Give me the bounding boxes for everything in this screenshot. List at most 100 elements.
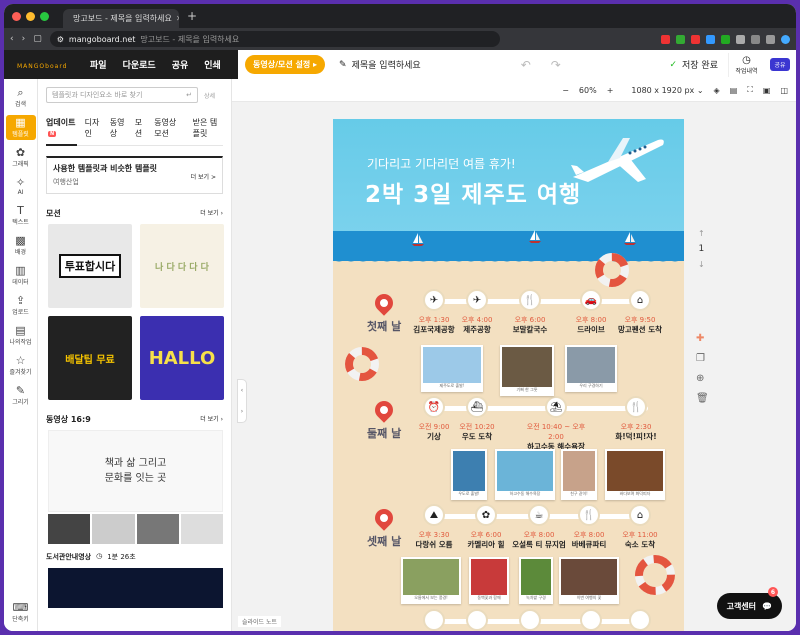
day4-stop-icon[interactable] — [519, 609, 541, 631]
day3-stop-icon[interactable]: 🍴 — [578, 504, 600, 526]
recommend-more-link[interactable]: 더 보기 > — [191, 172, 216, 181]
extension-icon[interactable] — [706, 34, 715, 44]
close-window-icon[interactable] — [12, 11, 21, 21]
tab-search-icon[interactable]: ▢ — [33, 34, 42, 44]
rail-item-background[interactable]: ▩ 배경 — [6, 233, 36, 258]
back-icon[interactable]: ‹ — [10, 34, 14, 44]
minimize-window-icon[interactable] — [26, 11, 35, 21]
day2-stop-label[interactable]: 오전 10:40 ~ 오후 2:00 하고수동 해수욕장 — [526, 422, 586, 452]
recommend-card[interactable]: 사용한 템플릿과 비슷한 템플릿 여행산업 더 보기 > — [46, 156, 223, 194]
extension-icon[interactable] — [661, 34, 670, 44]
travel-photo[interactable]: 우도로 출발! — [451, 449, 487, 500]
video-motion-settings-button[interactable]: 동영상/모션 설정 ▸ — [245, 55, 326, 74]
add-page-icon[interactable]: ⊕ — [696, 373, 709, 384]
motion-thumb[interactable]: 투표합시다 — [48, 224, 132, 308]
day2-stop-icon[interactable]: ⛱ — [545, 396, 567, 418]
forward-icon[interactable]: › — [22, 34, 26, 44]
rail-item-graphic[interactable]: ✿ 그래픽 — [6, 145, 36, 170]
mangoboard-logo[interactable]: MANGOboard — [4, 58, 74, 71]
tab-video[interactable]: 동영상 — [110, 117, 127, 139]
day1-stop-label[interactable]: 오후 9:50 망고펜션 도착 — [610, 315, 670, 335]
day1-stop-icon[interactable]: ✈ — [466, 289, 488, 311]
day2-marker[interactable]: 둘째 날 — [367, 397, 401, 441]
detail-search-button[interactable]: 상세 — [204, 91, 215, 100]
airplane-illustration[interactable] — [568, 132, 668, 192]
menu-file[interactable]: 파일 — [90, 58, 107, 71]
travel-photo[interactable]: 이번 여행의 꽃 — [559, 557, 619, 604]
day3-stop-icon[interactable]: ⌂ — [629, 504, 651, 526]
design-canvas[interactable]: 기다리고 기다리던 여름 휴가! 2박 3일 제주도 여행 첫째 날 둘째 날 … — [333, 119, 684, 631]
day3-stop-icon[interactable]: ☕ — [528, 504, 550, 526]
undo-icon[interactable]: ↶ — [521, 58, 531, 72]
travel-photo[interactable]: 오름에서 보는 풍경! — [401, 557, 461, 604]
document-title-input[interactable]: ✎ 제목을 입력하세요 — [339, 58, 421, 72]
day4-stop-icon[interactable] — [423, 609, 445, 631]
page-down-icon[interactable]: ↓ — [698, 260, 705, 269]
day1-stop-icon[interactable]: 🍴 — [519, 289, 541, 311]
page-view-icon[interactable]: ▣ — [763, 86, 771, 95]
extension-icon[interactable] — [766, 34, 775, 44]
day4-stop-icon[interactable] — [466, 609, 488, 631]
day3-stop-label[interactable]: 오후 6:00 카멜리아 힐 — [456, 530, 516, 550]
grid-icon[interactable]: ▤ — [730, 86, 738, 95]
day1-marker[interactable]: 첫째 날 — [367, 290, 401, 334]
travel-photo[interactable]: 기뻐 한 그릇 — [500, 345, 554, 396]
rail-item-text[interactable]: T 텍스트 — [6, 203, 36, 228]
new-tab-icon[interactable]: + — [187, 9, 197, 23]
menu-print[interactable]: 인쇄 — [204, 58, 221, 71]
clip-thumb[interactable] — [48, 568, 223, 608]
day4-stop-icon[interactable] — [629, 609, 651, 631]
canvas-subtitle[interactable]: 기다리고 기다리던 여름 휴가! — [367, 155, 516, 172]
day2-stop-icon[interactable]: 🍴 — [625, 396, 647, 418]
extension-icon[interactable] — [721, 34, 730, 44]
day3-stop-icon[interactable]: ⛰ — [423, 504, 445, 526]
day1-stop-icon[interactable]: 🚗 — [580, 289, 602, 311]
canvas-title[interactable]: 2박 3일 제주도 여행 — [365, 175, 581, 209]
travel-photo[interactable]: 동백꽃과 함께 — [469, 557, 509, 604]
extension-icon[interactable] — [691, 34, 700, 44]
travel-photo[interactable]: 하고수동 해수욕장 — [495, 449, 555, 500]
day3-stop-icon[interactable]: ✿ — [475, 504, 497, 526]
day2-stop-icon[interactable]: ⛴ — [466, 396, 488, 418]
video-thumb[interactable]: 책과 삶 그리고 문화를 잇는 곳 — [48, 430, 223, 512]
rail-item-search[interactable]: ⌕ 검색 — [6, 85, 36, 110]
day4-stop-icon[interactable] — [580, 609, 602, 631]
zoom-level[interactable]: 60% — [579, 86, 597, 95]
layers-icon[interactable]: ◈ — [714, 86, 720, 95]
travel-photo[interactable]: 바다보며 화덕피자 — [605, 449, 665, 500]
day2-stop-label[interactable]: 오전 10:20 우도 도착 — [447, 422, 507, 442]
redo-icon[interactable]: ↷ — [551, 58, 561, 72]
canvas-size[interactable]: 1080 x 1920 px ⌄ — [631, 86, 703, 95]
tab-design[interactable]: 디자인 — [85, 117, 102, 139]
extension-icon[interactable] — [736, 34, 745, 44]
day1-stop-label[interactable]: 오후 4:00 제주공항 — [447, 315, 507, 335]
rail-item-data[interactable]: ▥ 데이터 — [6, 263, 36, 288]
video-more-link[interactable]: 더 보기 › — [200, 414, 223, 425]
url-field[interactable]: ⚙ mangoboard.net 망고보드 - 제목을 입력하세요 — [49, 31, 500, 47]
shortcuts-button[interactable]: ⌨ 단축키 — [6, 600, 36, 625]
day3-marker[interactable]: 셋째 날 — [367, 505, 401, 549]
extension-icon[interactable] — [751, 34, 760, 44]
delete-page-icon[interactable]: 🗑 — [696, 393, 709, 404]
tab-update[interactable]: 업데이트N — [46, 117, 77, 146]
menu-share[interactable]: 공유 — [172, 58, 189, 71]
slide-note-button[interactable]: 슬라이드 노트 — [238, 616, 282, 627]
motion-more-link[interactable]: 더 보기 › — [200, 208, 223, 219]
profile-avatar[interactable] — [781, 34, 790, 44]
day1-stop-label[interactable]: 오후 6:00 보말칼국수 — [500, 315, 560, 335]
travel-photo[interactable]: 녹차밭 구경 — [519, 557, 553, 604]
rail-item-draw[interactable]: ✎ 그리기 — [6, 383, 36, 408]
day1-stop-icon[interactable]: ⌂ — [629, 289, 651, 311]
day3-stop-label[interactable]: 오후 11:00 숙소 도착 — [610, 530, 670, 550]
motion-thumb[interactable]: 배달팁 무료 — [48, 316, 132, 400]
tab-received-templates[interactable]: 받은 템플릿 — [193, 117, 223, 139]
maximize-window-icon[interactable] — [40, 11, 49, 21]
rail-item-ai[interactable]: ✧ AI — [6, 175, 36, 198]
zoom-out-button[interactable]: − — [562, 86, 569, 95]
duplicate-page-icon[interactable]: ❐ — [696, 353, 709, 364]
day1-stop-icon[interactable]: ✈ — [423, 289, 445, 311]
day2-stop-icon[interactable]: ⏰ — [423, 396, 445, 418]
video-thumb-strip[interactable] — [48, 514, 223, 544]
motion-thumb[interactable]: HALLO — [140, 316, 224, 400]
page-rocket-icon[interactable]: ✚ — [696, 333, 709, 344]
